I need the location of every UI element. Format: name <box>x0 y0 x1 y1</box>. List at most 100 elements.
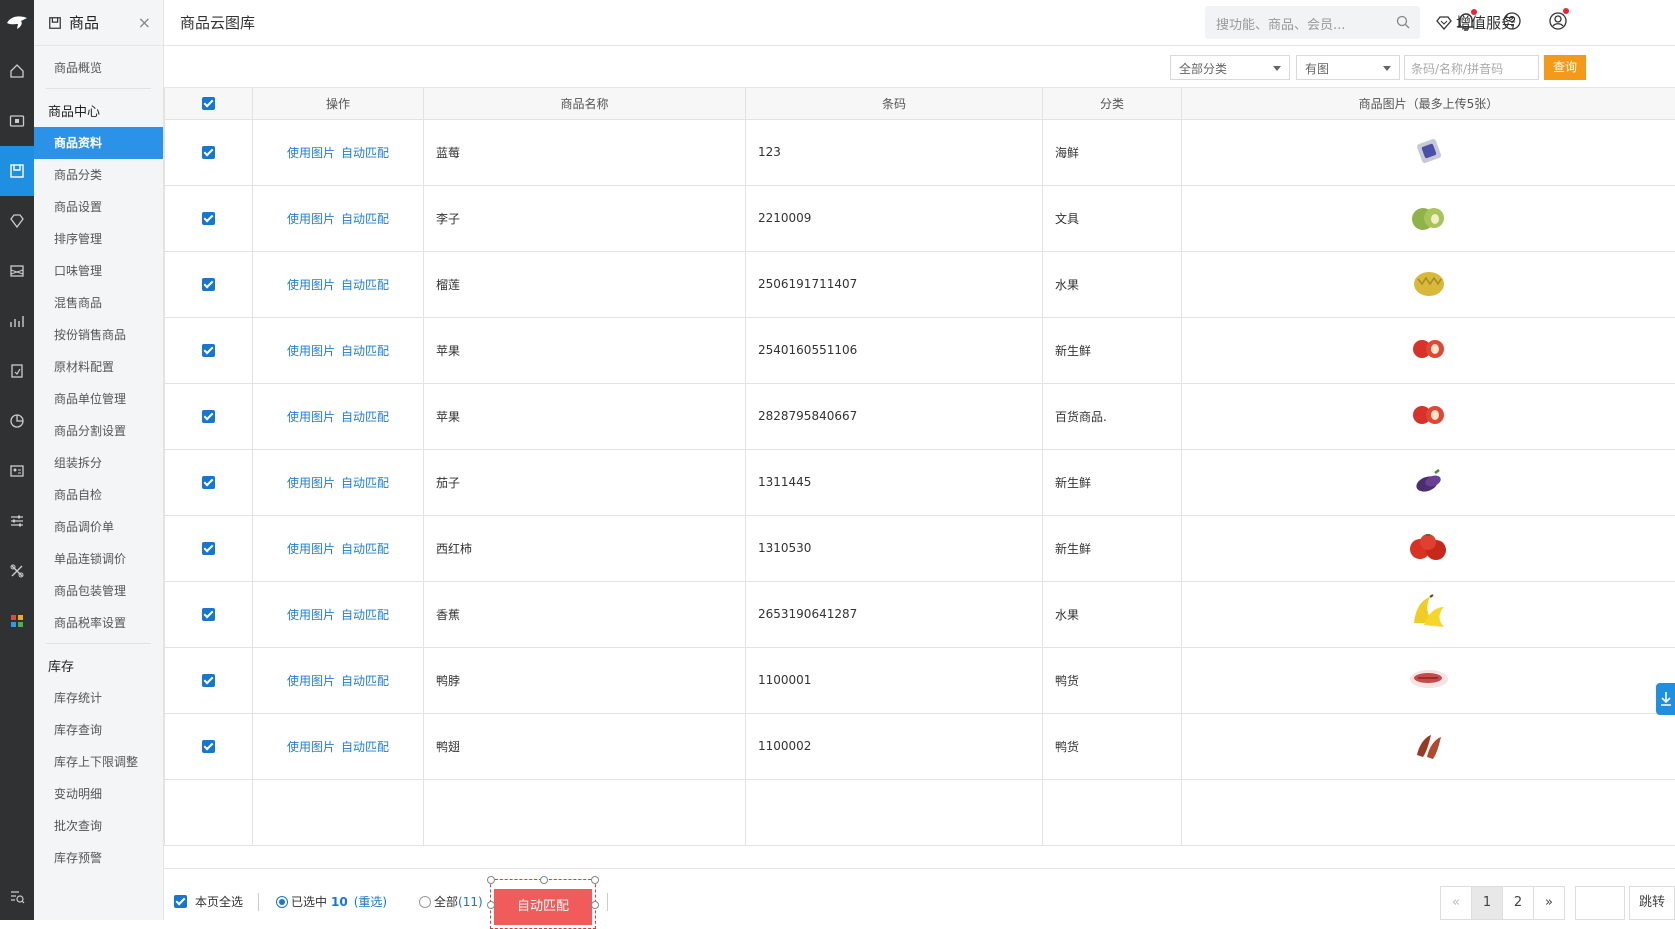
use-image-link[interactable]: 使用图片 <box>287 410 335 424</box>
sidebar-item[interactable]: 商品包装管理 <box>34 575 163 607</box>
auto-match-link[interactable]: 自动匹配 <box>341 740 389 754</box>
auto-match-link[interactable]: 自动匹配 <box>341 146 389 160</box>
row-select-cell[interactable] <box>165 581 253 647</box>
row-select-cell[interactable] <box>165 383 253 449</box>
close-icon[interactable]: × <box>138 13 151 32</box>
sidebar-item[interactable]: 库存上下限调整 <box>34 746 163 778</box>
table-row[interactable]: 使用图片自动匹配蓝莓123海鲜 <box>165 119 1675 185</box>
select-all-checkbox[interactable] <box>202 97 215 110</box>
cashier-icon[interactable] <box>0 96 34 146</box>
user-avatar-icon[interactable] <box>1548 11 1568 31</box>
use-image-link[interactable]: 使用图片 <box>287 476 335 490</box>
use-image-link[interactable]: 使用图片 <box>287 608 335 622</box>
row-select-cell[interactable] <box>165 317 253 383</box>
barcode-name-input[interactable]: 条码/名称/拼音码 <box>1404 55 1539 80</box>
sidebar-item[interactable]: 原材料配置 <box>34 351 163 383</box>
all-radio-option[interactable]: 全部 (11) <box>419 893 483 910</box>
row-checkbox[interactable] <box>202 476 215 489</box>
goods-icon[interactable] <box>0 146 34 196</box>
selected-radio-option[interactable]: 已选中 10 (重选) <box>276 893 387 910</box>
app-logo[interactable] <box>0 0 34 46</box>
sidebar-item[interactable]: 排序管理 <box>34 223 163 255</box>
sidebar-item[interactable]: 商品分割设置 <box>34 415 163 447</box>
use-image-link[interactable]: 使用图片 <box>287 146 335 160</box>
settings-sliders-icon[interactable] <box>0 496 34 546</box>
promotion-icon[interactable] <box>0 246 34 296</box>
sidebar-item[interactable]: 商品设置 <box>34 191 163 223</box>
help-icon[interactable] <box>1502 11 1522 31</box>
use-image-link[interactable]: 使用图片 <box>287 344 335 358</box>
row-checkbox[interactable] <box>202 212 215 225</box>
sidebar-item[interactable]: 口味管理 <box>34 255 163 287</box>
apple-image[interactable] <box>1408 333 1450 368</box>
auto-match-link[interactable]: 自动匹配 <box>341 674 389 688</box>
table-row[interactable]: 使用图片自动匹配香蕉2653190641287水果 <box>165 581 1675 647</box>
selected-radio[interactable] <box>276 896 288 908</box>
sidebar-item[interactable]: 组装拆分 <box>34 447 163 479</box>
download-float-button[interactable] <box>1656 683 1675 715</box>
select-page-control[interactable]: 本页全选 <box>174 893 243 910</box>
table-row[interactable]: 使用图片自动匹配鸭翅1100002鸭货 <box>165 713 1675 779</box>
row-select-cell[interactable] <box>165 251 253 317</box>
page-2[interactable]: 2 <box>1502 886 1534 920</box>
row-checkbox[interactable] <box>202 146 215 159</box>
staff-icon[interactable] <box>0 446 34 496</box>
row-checkbox[interactable] <box>202 344 215 357</box>
page-next[interactable]: » <box>1533 886 1565 920</box>
row-checkbox[interactable] <box>202 410 215 423</box>
row-select-cell[interactable] <box>165 119 253 185</box>
pie-chart-icon[interactable] <box>0 396 34 446</box>
use-image-link[interactable]: 使用图片 <box>287 278 335 292</box>
auto-match-link[interactable]: 自动匹配 <box>341 212 389 226</box>
tomato-image[interactable] <box>1406 529 1452 568</box>
category-select[interactable]: 全部分类 <box>1170 55 1290 80</box>
row-select-cell[interactable] <box>165 515 253 581</box>
row-select-cell[interactable] <box>165 185 253 251</box>
reselect-link[interactable]: (重选) <box>354 893 387 910</box>
row-select-cell[interactable] <box>165 647 253 713</box>
eggplant-image[interactable] <box>1411 463 1447 502</box>
packaged-item-image[interactable] <box>1411 133 1447 172</box>
sidebar-item[interactable]: 变动明细 <box>34 778 163 810</box>
table-row[interactable]: 使用图片自动匹配西红柿1310530新生鲜 <box>165 515 1675 581</box>
sidebar-item[interactable]: 单品连锁调价 <box>34 543 163 575</box>
search-menu-icon[interactable] <box>0 874 34 920</box>
sidebar-item[interactable]: 商品自检 <box>34 479 163 511</box>
row-select-cell[interactable] <box>165 449 253 515</box>
page-1[interactable]: 1 <box>1471 886 1503 920</box>
member-icon[interactable] <box>0 196 34 246</box>
tools-icon[interactable] <box>0 546 34 596</box>
auto-match-link[interactable]: 自动匹配 <box>341 344 389 358</box>
select-page-checkbox[interactable] <box>174 895 187 908</box>
use-image-link[interactable]: 使用图片 <box>287 740 335 754</box>
page-prev[interactable]: « <box>1440 886 1472 920</box>
report-icon[interactable] <box>0 296 34 346</box>
row-checkbox[interactable] <box>202 278 215 291</box>
sidebar-item[interactable]: 库存统计 <box>34 682 163 714</box>
apple-image[interactable] <box>1408 399 1450 434</box>
duck-meat-image[interactable] <box>1406 664 1452 697</box>
table-row[interactable]: 使用图片自动匹配鸭脖1100001鸭货 <box>165 647 1675 713</box>
has-image-select[interactable]: 有图 <box>1296 55 1400 80</box>
sidebar-item[interactable]: 商品调价单 <box>34 511 163 543</box>
plum-image[interactable] <box>1406 199 1452 238</box>
auto-match-link[interactable]: 自动匹配 <box>341 410 389 424</box>
sidebar-item[interactable]: 混售商品 <box>34 287 163 319</box>
row-checkbox[interactable] <box>202 608 215 621</box>
sidebar-item[interactable]: 库存预警 <box>34 842 163 874</box>
table-row[interactable]: 使用图片自动匹配榴莲2506191711407水果 <box>165 251 1675 317</box>
page-jump-input[interactable] <box>1575 886 1625 920</box>
row-select-cell[interactable] <box>165 713 253 779</box>
table-row[interactable]: 使用图片自动匹配苹果2540160551106新生鲜 <box>165 317 1675 383</box>
order-icon[interactable] <box>0 346 34 396</box>
auto-match-link[interactable]: 自动匹配 <box>341 608 389 622</box>
search-icon[interactable] <box>1396 15 1410 29</box>
sidebar-item[interactable]: 商品分类 <box>34 159 163 191</box>
sidebar-item[interactable]: 按份销售商品 <box>34 319 163 351</box>
table-row[interactable]: 使用图片自动匹配李子2210009文具 <box>165 185 1675 251</box>
use-image-link[interactable]: 使用图片 <box>287 674 335 688</box>
query-button[interactable]: 查询 <box>1544 55 1586 80</box>
table-row[interactable]: 使用图片自动匹配苹果2828795840667百货商品. <box>165 383 1675 449</box>
sidebar-item[interactable]: 商品资料 <box>34 127 163 159</box>
auto-match-link[interactable]: 自动匹配 <box>341 278 389 292</box>
